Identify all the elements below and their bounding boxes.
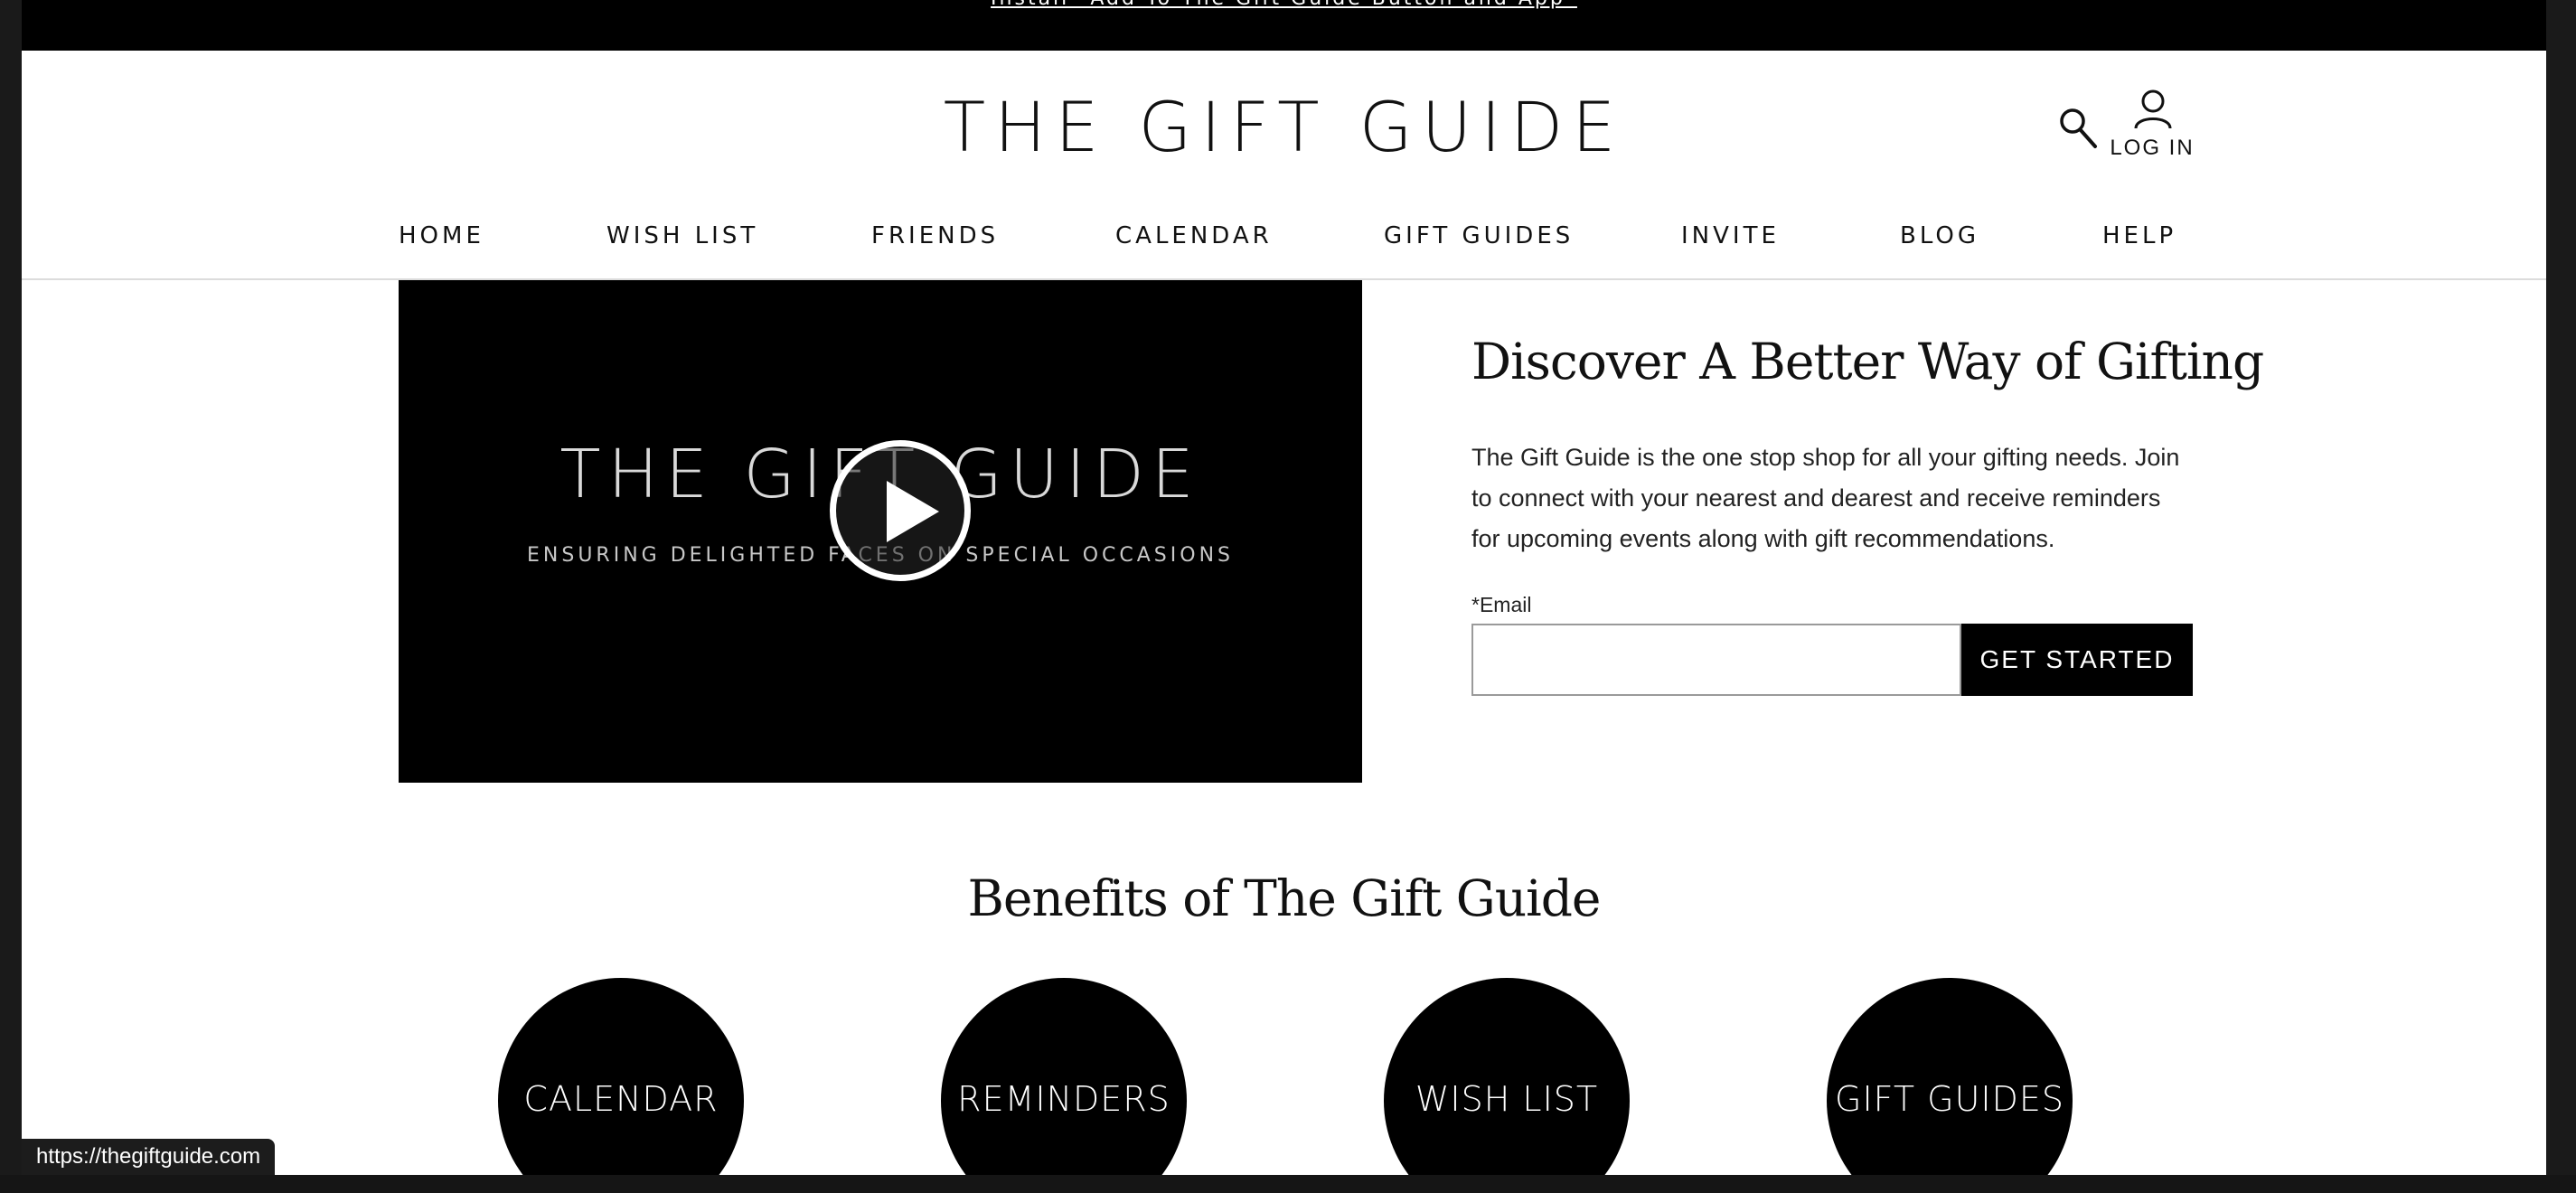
main-nav: HOME WISH LIST FRIENDS CALENDAR GIFT GUI… [22,222,2546,258]
nav-item-gift-guides[interactable]: GIFT GUIDES [1384,222,1574,249]
window-bottom-edge [0,1175,2576,1193]
benefits-title: Benefits of The Gift Guide [967,869,1602,927]
nav-item-blog[interactable]: BLOG [1900,222,1979,249]
browser-page: Install "Add To The Gift Guide Button an… [22,0,2546,1175]
play-icon[interactable] [830,440,971,581]
nav-item-calendar[interactable]: CALENDAR [1115,222,1273,249]
benefit-wish-list[interactable]: WISH LIST [1384,978,1630,1175]
play-triangle [887,481,939,542]
benefit-label: GIFT GUIDES [1835,1079,2064,1119]
discover-title: Discover A Better Way of Gifting [1471,333,2264,390]
intro-video[interactable]: THE GIFT GUIDE ENSURING DELIGHTED FACES … [399,280,1362,783]
login-label: LOG IN [2110,136,2195,160]
email-label: *Email [1471,593,1532,616]
discover-body: The Gift Guide is the one stop shop for … [1471,444,2180,552]
get-started-button[interactable]: GET STARTED [1961,624,2193,696]
nav-item-wish-list[interactable]: WISH LIST [606,222,758,249]
benefit-gift-guides[interactable]: GIFT GUIDES [1827,978,2073,1175]
benefit-label: REMINDERS [957,1079,1170,1119]
nav-item-invite[interactable]: INVITE [1681,222,1780,249]
install-button-link[interactable]: Install "Add To The Gift Guide Button an… [22,0,2546,10]
nav-item-help[interactable]: HELP [2102,222,2176,249]
status-bar-url: https://thegiftguide.com [22,1139,276,1175]
nav-item-home[interactable]: HOME [399,222,484,249]
benefit-label: WISH LIST [1415,1079,1599,1119]
promo-bar: Install "Add To The Gift Guide Button an… [22,0,2546,51]
login-button[interactable]: LOG IN [2104,89,2200,166]
email-field[interactable] [1471,624,1961,696]
benefit-reminders[interactable]: REMINDERS [941,978,1187,1175]
benefit-calendar[interactable]: CALENDAR [498,978,744,1175]
nav-item-friends[interactable]: FRIENDS [871,222,999,249]
search-icon[interactable] [2057,105,2099,152]
user-icon [2134,89,2172,129]
benefit-label: CALENDAR [523,1079,719,1119]
